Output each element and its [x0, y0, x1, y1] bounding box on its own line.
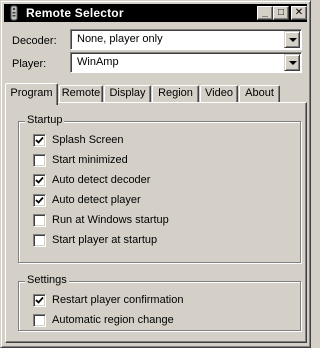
tab-label: Program	[10, 87, 53, 99]
title-bar[interactable]: Remote Selector _ □ ✕	[4, 4, 307, 22]
tab-region[interactable]: Region	[152, 85, 199, 103]
chevron-down-icon	[289, 61, 297, 65]
close-icon: ✕	[294, 7, 304, 18]
tab-label: Video	[205, 87, 233, 99]
window-title: Remote Selector	[26, 6, 124, 20]
tab-video[interactable]: Video	[200, 85, 238, 103]
app-icon	[10, 5, 18, 21]
checkbox[interactable]	[33, 234, 46, 247]
tab-program[interactable]: Program	[5, 83, 58, 105]
maximize-icon: □	[277, 7, 285, 18]
checkbox-label: Automatic region change	[52, 314, 174, 326]
checkbox-label: Start player at startup	[52, 234, 158, 246]
checkmark-icon	[35, 176, 44, 184]
startup-group-title: Startup	[25, 114, 65, 126]
program-tab-panel: Startup Splash Screen Start minimized Auto…	[5, 102, 307, 343]
remote-selector-window: Remote Selector _ □ ✕ Decoder: None, pla…	[0, 0, 311, 348]
player-select[interactable]: WinAmp	[70, 52, 302, 73]
checkbox-label: Restart player confirmation	[52, 294, 184, 306]
checkbox-label: Start minimized	[52, 154, 128, 166]
decoder-dropdown-button[interactable]	[284, 31, 300, 48]
close-button[interactable]: ✕	[291, 6, 307, 20]
tab-label: Region	[158, 87, 193, 99]
checkbox-label: Splash Screen	[52, 134, 124, 146]
checkbox-label: Auto detect decoder	[52, 174, 151, 186]
settings-group: Settings Restart player confirmation Auto…	[18, 274, 301, 331]
maximize-button[interactable]: □	[273, 6, 289, 20]
checkbox[interactable]	[33, 134, 46, 147]
decoder-label: Decoder:	[12, 35, 57, 47]
settings-group-title: Settings	[25, 274, 69, 286]
tab-label: About	[245, 87, 274, 99]
decoder-select[interactable]: None, player only	[70, 29, 302, 50]
checkbox-label: Run at Windows startup	[52, 214, 169, 226]
tab-label: Display	[109, 87, 146, 99]
checkbox[interactable]	[33, 154, 46, 167]
player-dropdown-button[interactable]	[284, 54, 300, 71]
tab-remote[interactable]: Remote	[59, 85, 103, 103]
tab-about[interactable]: About	[239, 85, 280, 103]
startup-group: Startup Splash Screen Start minimized Auto…	[18, 114, 301, 263]
checkbox-label: Auto detect player	[52, 194, 141, 206]
checkbox[interactable]	[33, 214, 46, 227]
checkbox[interactable]	[33, 314, 46, 327]
minimize-button[interactable]: _	[257, 6, 273, 20]
checkmark-icon	[35, 136, 44, 144]
player-label: Player:	[12, 58, 47, 70]
chevron-down-icon	[289, 38, 297, 42]
decoder-value: None, player only	[77, 33, 163, 45]
tab-display[interactable]: Display	[104, 85, 151, 103]
checkbox[interactable]	[33, 174, 46, 187]
checkmark-icon	[35, 196, 44, 204]
tab-strip: Program Remote Display Region Video Abou…	[5, 83, 305, 105]
player-value: WinAmp	[77, 56, 119, 68]
checkbox[interactable]	[33, 194, 46, 207]
checkbox[interactable]	[33, 294, 46, 307]
tab-label: Remote	[61, 87, 101, 99]
checkmark-icon	[35, 296, 44, 304]
minimize-icon: _	[262, 7, 268, 18]
